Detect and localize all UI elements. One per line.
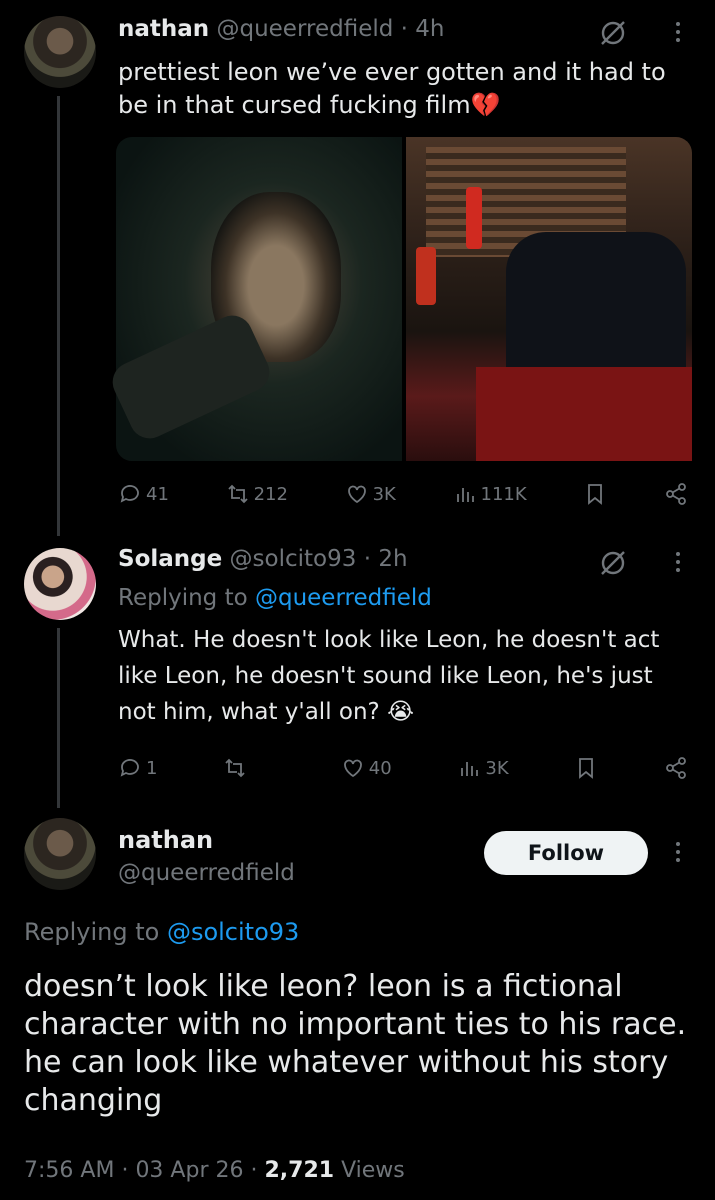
handle[interactable]: @queerredfield	[216, 16, 393, 42]
like-count: 3K	[372, 483, 396, 505]
like-count: 40	[368, 757, 392, 779]
separator: ·	[250, 1158, 258, 1183]
share-button[interactable]	[664, 482, 688, 506]
reply-target-link[interactable]: @solcito93	[167, 918, 299, 946]
views-label: Views	[341, 1158, 405, 1183]
avatar[interactable]	[24, 548, 96, 620]
tweet-header: Solange @solcito93 · 2h	[118, 546, 408, 572]
retweet-icon	[225, 758, 245, 778]
bookmark-icon	[579, 758, 594, 779]
reply-icon	[120, 485, 139, 503]
like-button[interactable]: 3K	[345, 482, 396, 506]
share-button[interactable]	[664, 756, 688, 780]
heart-icon	[343, 759, 362, 778]
reply-button[interactable]: 41	[118, 482, 169, 506]
more-options-icon[interactable]	[676, 552, 680, 572]
tweet-header: nathan @queerredfield · 4h	[118, 16, 445, 42]
tweet-actions: 1 40 3K	[118, 756, 688, 780]
like-button[interactable]: 40	[341, 756, 392, 780]
media-image-left[interactable]	[106, 137, 402, 461]
views-button[interactable]: 3K	[457, 756, 509, 780]
retweet-icon	[227, 484, 248, 504]
reply-count: 1	[146, 757, 158, 779]
tweet-time[interactable]: 7:56 AM	[24, 1158, 114, 1183]
display-name[interactable]: Solange	[118, 546, 222, 572]
grok-icon[interactable]	[598, 548, 628, 582]
media-image-right[interactable]	[406, 137, 692, 461]
views-count: 3K	[485, 757, 509, 779]
separator: ·	[121, 1158, 129, 1183]
reply-icon	[120, 759, 139, 777]
analytics-icon	[461, 762, 479, 776]
follow-button[interactable]: Follow	[484, 831, 648, 875]
tweet-actions: 41 212 3K 111K	[118, 482, 688, 506]
retweet-count: 212	[253, 483, 288, 505]
avatar[interactable]	[24, 818, 96, 890]
separator: ·	[400, 16, 408, 42]
replying-prefix: Replying to	[24, 918, 160, 946]
handle[interactable]: @solcito93	[230, 546, 357, 572]
more-options-icon[interactable]	[676, 22, 680, 42]
bookmark-button[interactable]	[574, 756, 598, 780]
tweet-text: prettiest leon we’ve ever gotten and it …	[118, 58, 666, 119]
tweet-meta: 7:56 AM · 03 Apr 26 · 2,721 Views	[24, 1158, 405, 1183]
replying-prefix: Replying to	[118, 585, 248, 611]
tweet-text: What. He doesn't look like Leon, he does…	[118, 627, 660, 725]
separator: ·	[363, 546, 371, 572]
grok-icon[interactable]	[598, 18, 628, 52]
views-count: 111K	[480, 483, 527, 505]
bookmark-button[interactable]	[583, 482, 607, 506]
retweet-button[interactable]	[223, 756, 251, 780]
reply-button[interactable]: 1	[118, 756, 157, 780]
timestamp[interactable]: 2h	[378, 546, 407, 572]
timestamp[interactable]: 4h	[415, 16, 444, 42]
views-button[interactable]: 111K	[453, 482, 527, 506]
display-name[interactable]: nathan	[118, 16, 209, 42]
retweet-button[interactable]: 212	[226, 482, 288, 506]
replying-to: Replying to @queerredfield	[118, 585, 432, 611]
views-count: 2,721	[264, 1158, 335, 1183]
tweet-text: doesn’t look like leon? leon is a fictio…	[24, 969, 687, 1118]
analytics-icon	[456, 488, 474, 502]
share-icon	[666, 757, 686, 779]
thread-line	[57, 96, 60, 536]
reply-target-link[interactable]: @queerredfield	[255, 585, 432, 611]
tweet-date[interactable]: 03 Apr 26	[135, 1158, 243, 1183]
replying-to: Replying to @solcito93	[24, 918, 299, 946]
handle[interactable]: @queerredfield	[118, 860, 295, 886]
avatar[interactable]	[24, 16, 96, 88]
thread-line	[57, 628, 60, 808]
reply-count: 41	[146, 483, 169, 505]
display-name[interactable]: nathan	[118, 826, 213, 854]
share-icon	[666, 483, 686, 505]
heart-icon	[347, 485, 366, 504]
more-options-icon[interactable]	[676, 842, 680, 862]
bookmark-icon	[588, 484, 603, 505]
